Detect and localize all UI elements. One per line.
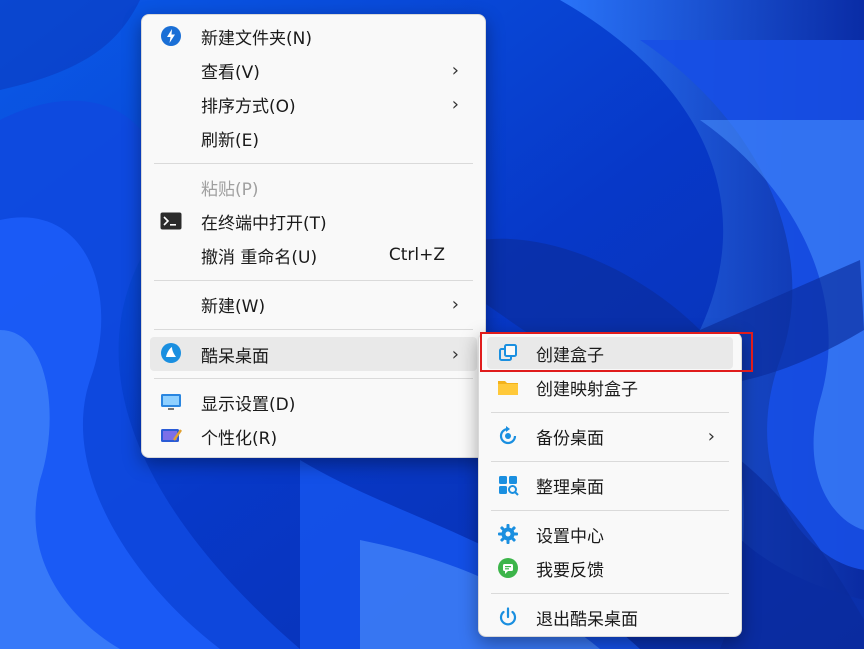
submenu-item-feedback[interactable]: 我要反馈: [487, 552, 733, 584]
chevron-right-icon: ›: [451, 93, 459, 115]
chevron-right-icon: ›: [707, 425, 715, 447]
chevron-right-icon: ›: [451, 293, 459, 315]
desktop-context-menu: 新建文件夹(N) 查看(V) › 排序方式(O) › 刷新(E) 粘贴(P) 在…: [141, 14, 486, 458]
menu-item-view[interactable]: 查看(V) ›: [150, 54, 477, 86]
menu-separator: [491, 593, 729, 594]
organize-icon: [497, 475, 519, 496]
menu-item-new-folder[interactable]: 新建文件夹(N): [150, 20, 477, 52]
gear-icon: [497, 524, 519, 544]
backup-icon: [497, 426, 519, 446]
menu-item-label: 撤消 重命名(U): [201, 247, 318, 268]
shortcut-label: Ctrl+Z: [388, 245, 445, 265]
submenu-item-label: 创建映射盒子: [536, 379, 638, 400]
submenu-item-organize-desktop[interactable]: 整理桌面: [487, 469, 733, 501]
menu-item-label: 新建(W): [201, 296, 266, 317]
menu-separator: [154, 163, 473, 164]
kudai-logo-icon: [160, 343, 182, 363]
submenu-item-label: 设置中心: [536, 526, 604, 547]
submenu-item-label: 整理桌面: [536, 477, 604, 498]
chevron-right-icon: ›: [451, 59, 459, 81]
highlight-box: [480, 332, 753, 372]
menu-item-paste[interactable]: 粘贴(P): [150, 171, 477, 203]
menu-item-label: 个性化(R): [201, 428, 278, 449]
terminal-icon: [160, 211, 182, 231]
menu-item-open-in-terminal[interactable]: 在终端中打开(T): [150, 205, 477, 237]
menu-item-label: 在终端中打开(T): [201, 213, 327, 234]
menu-item-refresh[interactable]: 刷新(E): [150, 122, 477, 154]
menu-item-undo-rename[interactable]: 撤消 重命名(U) Ctrl+Z: [150, 239, 477, 271]
menu-item-label: 显示设置(D): [201, 394, 296, 415]
menu-item-label: 刷新(E): [201, 130, 260, 151]
new-folder-icon: [160, 26, 182, 46]
menu-item-sort-by[interactable]: 排序方式(O) ›: [150, 88, 477, 120]
menu-separator: [491, 510, 729, 511]
personalize-icon: [160, 426, 182, 446]
menu-item-label: 查看(V): [201, 62, 260, 83]
display-settings-icon: [160, 392, 182, 412]
menu-item-kudai-desktop[interactable]: 酷呆桌面 ›: [150, 337, 477, 371]
chevron-right-icon: ›: [451, 343, 459, 365]
folder-icon: [497, 377, 519, 397]
menu-separator: [154, 280, 473, 281]
menu-separator: [154, 329, 473, 330]
submenu-item-settings-center[interactable]: 设置中心: [487, 518, 733, 550]
submenu-item-label: 退出酷呆桌面: [536, 609, 638, 630]
submenu-item-create-mapped-box[interactable]: 创建映射盒子: [487, 371, 733, 403]
submenu-item-label: 备份桌面: [536, 428, 604, 449]
menu-separator: [154, 378, 473, 379]
menu-item-label: 酷呆桌面: [201, 346, 269, 367]
menu-item-label: 排序方式(O): [201, 96, 296, 117]
kudai-desktop-submenu: 创建盒子 创建映射盒子 备份桌面 › 整理桌面 设置中心 我要反馈 退出酷呆桌面: [478, 332, 742, 637]
menu-item-personalize[interactable]: 个性化(R): [150, 420, 477, 452]
menu-item-display-settings[interactable]: 显示设置(D): [150, 386, 477, 418]
menu-separator: [491, 412, 729, 413]
submenu-item-exit[interactable]: 退出酷呆桌面: [487, 601, 733, 633]
feedback-icon: [497, 558, 519, 578]
submenu-item-backup-desktop[interactable]: 备份桌面 ›: [487, 420, 733, 452]
menu-item-label: 新建文件夹(N): [201, 28, 312, 49]
power-icon: [497, 607, 519, 627]
menu-item-label: 粘贴(P): [201, 179, 259, 200]
menu-separator: [491, 461, 729, 462]
submenu-item-label: 我要反馈: [536, 560, 604, 581]
menu-item-new[interactable]: 新建(W) ›: [150, 288, 477, 320]
